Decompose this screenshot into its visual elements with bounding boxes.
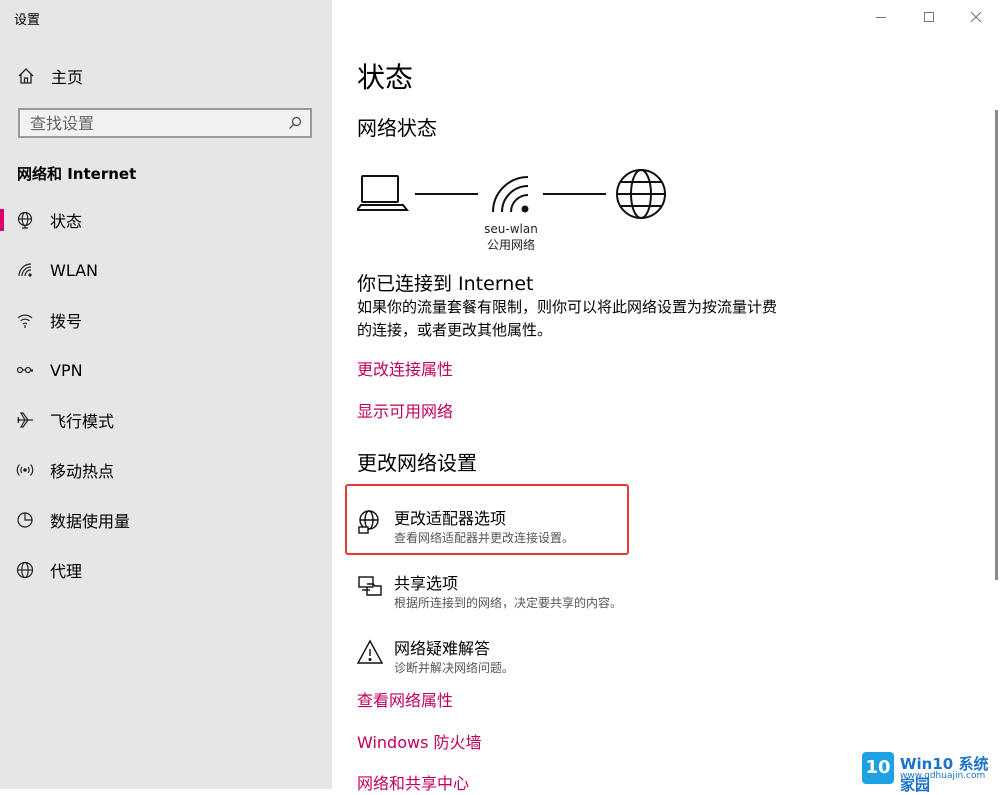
sidebar-item-hotspot[interactable]: 移动热点 [0, 450, 332, 490]
option-title: 更改适配器选项 [394, 509, 507, 528]
sidebar-item-label: 移动热点 [50, 462, 115, 481]
sidebar-item-status[interactable]: 状态 [0, 200, 332, 240]
option-desc: 查看网络适配器并更改连接设置。 [394, 531, 575, 545]
sidebar: 设置 主页 网络和 Internet 状态 WLAN 拨号 [0, 0, 332, 789]
dialup-icon [17, 314, 33, 328]
selected-indicator [0, 209, 4, 231]
sidebar-item-proxy[interactable]: 代理 [0, 550, 332, 590]
change-connection-properties-link[interactable]: 更改连接属性 [357, 356, 453, 380]
close-icon[interactable] [967, 8, 985, 26]
adapter-icon [358, 510, 379, 534]
sidebar-item-data-usage[interactable]: 数据使用量 [0, 500, 332, 540]
home-nav-item[interactable]: 主页 [17, 64, 83, 88]
view-network-properties-link[interactable]: 查看网络属性 [357, 687, 453, 711]
sidebar-item-label: 状态 [50, 212, 83, 231]
hotspot-icon [16, 464, 34, 476]
watermark-url: www.qdhuajin.com [900, 771, 986, 781]
maximize-icon[interactable] [920, 8, 938, 26]
section-heading: 网络和 Internet [17, 165, 137, 183]
sidebar-item-label: 飞行模式 [50, 412, 115, 431]
sidebar-item-airplane[interactable]: 飞行模式 [0, 400, 332, 440]
watermark: 10 Win10 系统家园 www.qdhuajin.com [862, 752, 996, 794]
change-network-settings-heading: 更改网络设置 [357, 451, 477, 475]
search-box[interactable] [18, 108, 312, 138]
globe-status-icon [17, 211, 33, 229]
app-title: 设置 [14, 13, 41, 28]
laptop-icon [357, 175, 410, 211]
sidebar-item-label: 代理 [50, 562, 83, 581]
network-profile: 公用网络 [486, 238, 535, 252]
wifi-icon [18, 263, 32, 277]
minimize-icon[interactable] [872, 8, 890, 26]
network-status-heading: 网络状态 [357, 116, 437, 140]
sidebar-item-wlan[interactable]: WLAN [0, 250, 332, 290]
option-desc: 根据所连接到的网络，决定要共享的内容。 [394, 596, 623, 610]
sidebar-item-label: WLAN [50, 260, 99, 280]
vpn-icon [16, 366, 33, 374]
connection-status-title: 你已连接到 Internet [357, 273, 534, 295]
main-panel: 状态 网络状态 seu-wlan 公用网络 你已连接到 Internet 如果你… [332, 0, 1000, 793]
sidebar-item-label: 拨号 [50, 312, 83, 331]
watermark-logo: 10 [862, 752, 894, 784]
sharing-options-item[interactable]: 共享选项 根据所连接到的网络，决定要共享的内容。 [357, 570, 657, 620]
wifi-signal-icon [492, 176, 529, 213]
search-icon[interactable] [288, 116, 302, 130]
scrollbar[interactable] [995, 110, 998, 580]
option-title: 共享选项 [394, 574, 459, 593]
home-icon [18, 68, 34, 84]
page-title: 状态 [357, 61, 414, 94]
network-sharing-center-link[interactable]: 网络和共享中心 [357, 770, 469, 794]
airplane-icon [17, 412, 33, 428]
sidebar-item-vpn[interactable]: VPN [0, 350, 332, 390]
option-desc: 诊断并解决网络问题。 [394, 661, 515, 675]
connection-status-desc: 如果你的流量套餐有限制，则你可以将此网络设置为按流量计费的连接，或者更改其他属性… [357, 298, 778, 339]
search-input[interactable] [30, 113, 280, 133]
troubleshoot-item[interactable]: 网络疑难解答 诊断并解决网络问题。 [357, 635, 657, 685]
network-info: seu-wlan 公用网络 [472, 221, 550, 253]
data-usage-icon [17, 512, 33, 528]
internet-globe-icon [616, 169, 666, 219]
sidebar-item-label: VPN [50, 360, 83, 380]
globe-icon [16, 561, 34, 579]
sidebar-item-label: 数据使用量 [50, 512, 131, 531]
warning-icon [357, 639, 383, 664]
show-available-networks-link[interactable]: 显示可用网络 [357, 398, 453, 422]
network-ssid: seu-wlan [484, 222, 538, 236]
windows-firewall-link[interactable]: Windows 防火墙 [357, 729, 482, 753]
adapter-options-item[interactable]: 更改适配器选项 查看网络适配器并更改连接设置。 [357, 505, 657, 555]
sharing-icon [358, 576, 382, 596]
sidebar-item-dialup[interactable]: 拨号 [0, 300, 332, 340]
option-title: 网络疑难解答 [394, 639, 491, 658]
home-label: 主页 [51, 68, 84, 87]
